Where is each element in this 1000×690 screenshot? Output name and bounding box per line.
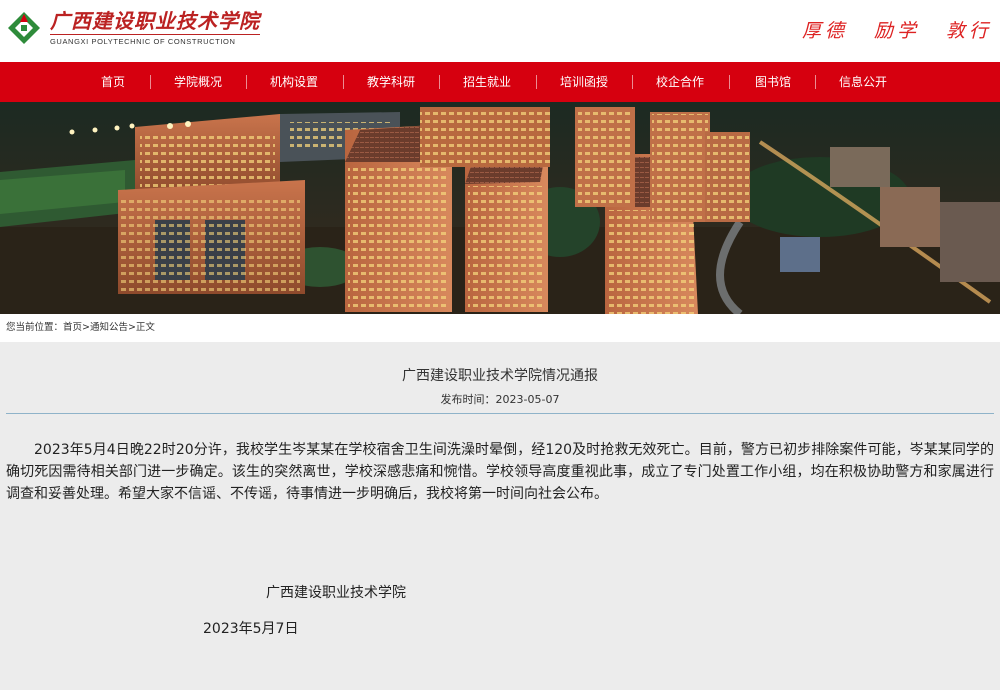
main-nav: 首页 学院概况 机构设置 教学科研 招生就业 培训函授 校企合作 图书馆 信息公… (0, 62, 1000, 102)
article-container: 广西建设职业技术学院情况通报 发布时间：2023-05-07 2023年5月4日… (0, 342, 1000, 690)
site-header: 广西建设职业技术学院 GUANGXI POLYTECHNIC OF CONSTR… (0, 0, 1000, 62)
nav-item-training[interactable]: 培训函授 (554, 62, 614, 102)
campus-banner-image (0, 102, 1000, 314)
signature-date: 2023年5月7日 (203, 621, 299, 637)
breadcrumb-prefix: 您当前位置： (6, 322, 64, 333)
nav-divider (632, 75, 633, 89)
nav-divider (815, 75, 816, 89)
article-publish-time: 发布时间：2023-05-07 (0, 391, 1000, 407)
breadcrumb-path[interactable]: 首页>通知公告>正文 (63, 322, 155, 333)
nav-item-home[interactable]: 首页 (92, 62, 134, 102)
nav-divider (246, 75, 247, 89)
logo-school-name-en: GUANGXI POLYTECHNIC OF CONSTRUCTION (50, 34, 260, 46)
nav-item-library[interactable]: 图书馆 (749, 62, 797, 102)
motto-word-2: 励学 (873, 20, 920, 42)
publish-time-value: 2023-05-07 (495, 393, 560, 406)
logo-school-name-cn: 广西建设职业技术学院 (50, 9, 260, 33)
nav-item-cooperation[interactable]: 校企合作 (650, 62, 710, 102)
motto-word-3: 敦行 (945, 20, 992, 42)
school-motto: 厚德 励学 敦行 (802, 16, 992, 43)
publish-time-label: 发布时间： (440, 393, 496, 406)
nav-item-research[interactable]: 教学科研 (361, 62, 421, 102)
title-divider (6, 413, 994, 414)
nav-item-admissions[interactable]: 招生就业 (457, 62, 517, 102)
nav-divider (439, 75, 440, 89)
article-title: 广西建设职业技术学院情况通报 (402, 368, 598, 384)
nav-item-about[interactable]: 学院概况 (168, 62, 228, 102)
site-logo[interactable]: 广西建设职业技术学院 GUANGXI POLYTECHNIC OF CONSTR… (6, 10, 260, 46)
breadcrumb: 您当前位置：首页>通知公告>正文 (0, 314, 1000, 342)
motto-word-1: 厚德 (801, 20, 848, 42)
nav-divider (536, 75, 537, 89)
signature-org: 广西建设职业技术学院 (266, 585, 406, 601)
nav-divider (729, 75, 730, 89)
nav-divider (150, 75, 151, 89)
article-body: 2023年5月4日晚22时20分许，我校学生岑某某在学校宿舍卫生间洗澡时晕倒，经… (6, 442, 994, 502)
nav-item-disclosure[interactable]: 信息公开 (833, 62, 893, 102)
nav-divider (343, 75, 344, 89)
nav-item-departments[interactable]: 机构设置 (264, 62, 324, 102)
logo-emblem-icon (8, 12, 40, 44)
